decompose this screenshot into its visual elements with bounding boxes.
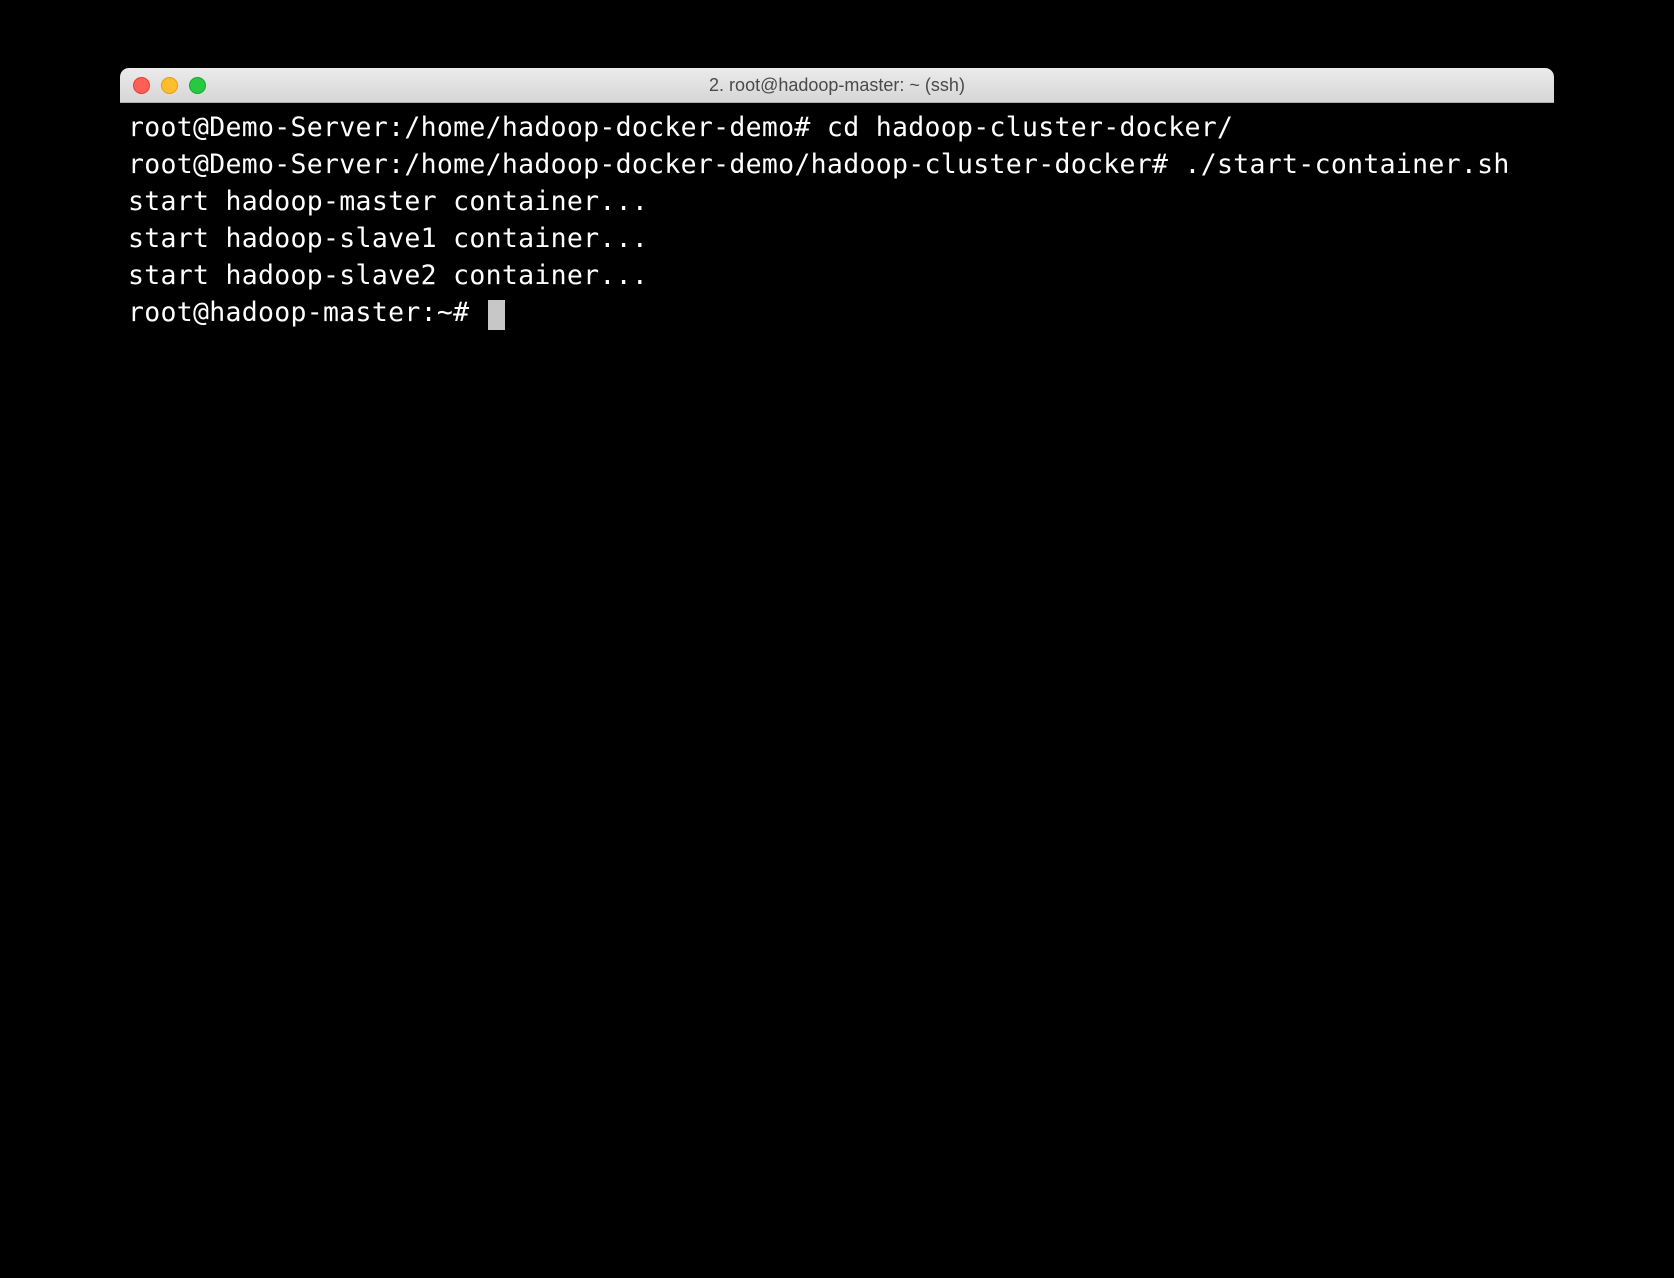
terminal-line: root@Demo-Server:/home/hadoop-docker-dem… xyxy=(128,109,1546,146)
traffic-lights xyxy=(120,77,206,94)
maximize-icon[interactable] xyxy=(189,77,206,94)
terminal-prompt-line: root@hadoop-master:~# xyxy=(128,294,1546,331)
terminal-prompt: root@hadoop-master:~# xyxy=(128,297,486,328)
terminal-line: start hadoop-slave1 container... xyxy=(128,220,1546,257)
window-titlebar: 2. root@hadoop-master: ~ (ssh) xyxy=(120,68,1554,103)
close-icon[interactable] xyxy=(133,77,150,94)
cursor-icon xyxy=(488,300,505,330)
terminal-line: start hadoop-master container... xyxy=(128,183,1546,220)
minimize-icon[interactable] xyxy=(161,77,178,94)
window-title: 2. root@hadoop-master: ~ (ssh) xyxy=(120,75,1554,96)
terminal-line: root@Demo-Server:/home/hadoop-docker-dem… xyxy=(128,146,1546,183)
terminal-window: 2. root@hadoop-master: ~ (ssh) root@Demo… xyxy=(120,68,1554,1243)
terminal-body[interactable]: root@Demo-Server:/home/hadoop-docker-dem… xyxy=(120,103,1554,1243)
terminal-line: start hadoop-slave2 container... xyxy=(128,257,1546,294)
